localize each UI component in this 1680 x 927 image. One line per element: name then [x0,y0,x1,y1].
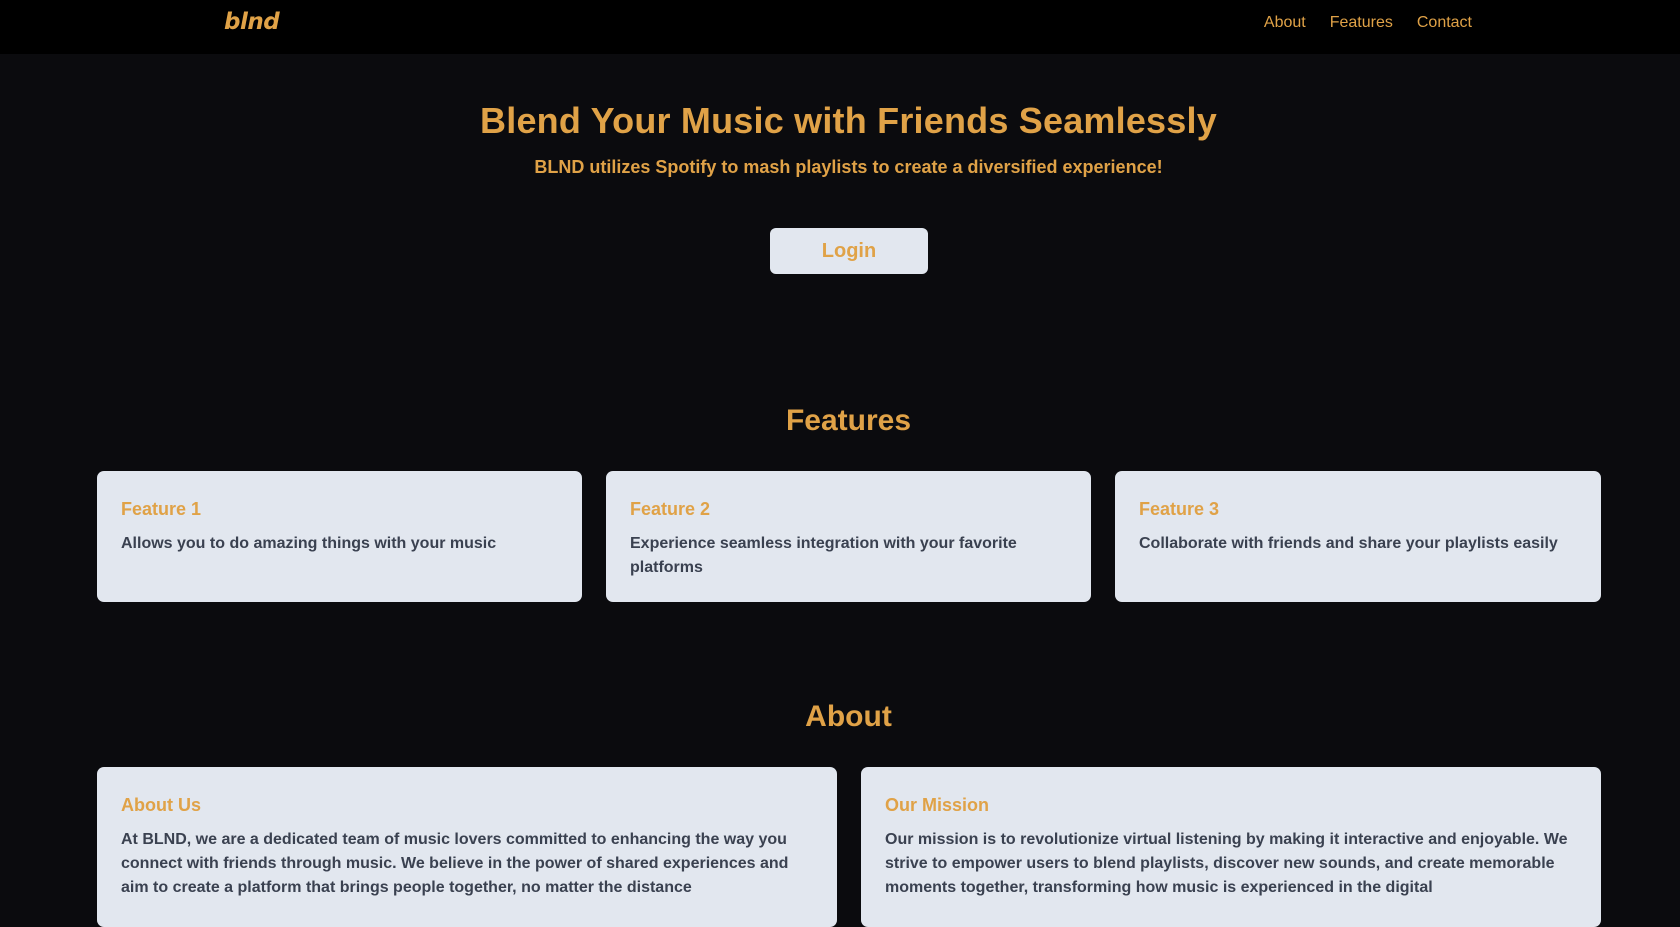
about-card-title: About Us [121,795,201,815]
feature-card-3: Feature 3 Collaborate with friends and s… [1115,471,1601,602]
nav-links: About Features Contact [1264,14,1472,32]
feature-card-1: Feature 1 Allows you to do amazing thing… [97,471,582,602]
hero-title: Blend Your Music with Friends Seamlessly [480,100,1217,141]
feature-card-text: Experience seamless integration with you… [630,535,1017,576]
feature-card-text: Collaborate with friends and share your … [1139,535,1558,552]
mission-card-text: Our mission is to revolutionize virtual … [885,831,1568,896]
hero-subtitle: BLND utilizes Spotify to mash playlists … [534,157,1163,177]
mission-card-title: Our Mission [885,795,990,815]
nav-link-features[interactable]: Features [1330,14,1393,32]
feature-card-2: Feature 2 Experience seamless integratio… [606,471,1091,602]
feature-card-text: Allows you to do amazing things with you… [121,535,497,552]
features-heading: Features [785,404,912,437]
nav-link-about[interactable]: About [1264,14,1306,32]
about-heading: About [805,700,892,733]
feature-card-title: Feature 3 [1139,499,1220,519]
feature-card-title: Feature 2 [630,499,711,519]
about-card-text: At BLND, we are a dedicated team of musi… [121,831,789,896]
about-us-card: About Us At BLND, we are a dedicated tea… [97,767,837,927]
nav-link-contact[interactable]: Contact [1417,14,1472,32]
navbar: blnd About Features Contact [0,0,1680,54]
our-mission-card: Our Mission Our mission is to revolution… [861,767,1601,927]
feature-card-title: Feature 1 [121,499,202,519]
login-button[interactable]: Login [770,228,928,274]
hero-section: Blend Your Music with Friends Seamlessly… [0,100,1680,178]
logo[interactable]: blnd [224,9,280,35]
